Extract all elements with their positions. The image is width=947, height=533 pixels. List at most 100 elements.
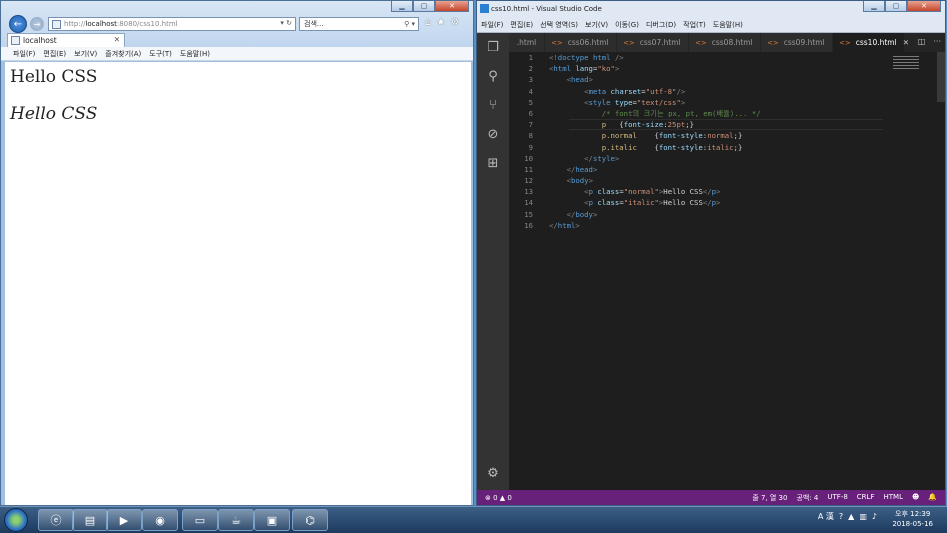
more-actions-icon[interactable]: ···: [933, 37, 941, 46]
home-icon[interactable]: ⌂: [425, 17, 431, 28]
taskbar-cmd-icon[interactable]: ▭: [182, 509, 218, 531]
taskbar-chrome-icon[interactable]: ◉: [142, 509, 178, 531]
source-control-icon[interactable]: ⑂: [477, 91, 509, 120]
code-line[interactable]: 10 </style>: [509, 153, 945, 164]
vscode-minimize-button[interactable]: ▁: [863, 1, 885, 12]
tab-label: css08.html: [711, 38, 753, 47]
language-mode[interactable]: HTML: [883, 493, 902, 503]
code-token: style: [588, 97, 615, 107]
close-button[interactable]: ✕: [435, 1, 469, 12]
volume-icon[interactable]: ♪: [872, 512, 877, 521]
forward-button[interactable]: →: [30, 17, 44, 31]
search-placeholder: 검색...: [304, 20, 324, 28]
code-line[interactable]: 3 <head>: [509, 74, 945, 85]
tab-css10[interactable]: <> css10.html ✕: [833, 33, 909, 52]
show-hidden-icons[interactable]: ▲: [848, 512, 854, 521]
extensions-icon[interactable]: ⊞: [477, 149, 509, 178]
vscode-maximize-button[interactable]: ▢: [885, 1, 907, 12]
code-token: >: [614, 153, 620, 163]
vs-menu-tasks[interactable]: 작업(T): [683, 20, 706, 30]
taskbar-java-icon[interactable]: ☕: [218, 509, 254, 531]
maximize-button[interactable]: ▢: [413, 1, 435, 12]
ime-indicator[interactable]: A 漢: [818, 511, 834, 522]
menu-tools[interactable]: 도구(T): [149, 49, 172, 59]
code-line[interactable]: 16 </html>: [509, 220, 945, 231]
minimize-button[interactable]: ▁: [391, 1, 413, 12]
debug-icon[interactable]: ⊘: [477, 120, 509, 149]
search-box[interactable]: 검색... ⚲ ▾: [299, 17, 419, 31]
vs-menu-selection[interactable]: 선택 영역(S): [540, 20, 578, 30]
explorer-icon[interactable]: ❐: [477, 33, 509, 62]
menu-help[interactable]: 도움말(H): [180, 49, 210, 59]
vscode-close-button[interactable]: ✕: [907, 1, 941, 12]
vs-menu-help[interactable]: 도움말(H): [713, 20, 743, 30]
vscode-body: ❐ ⚲ ⑂ ⊘ ⊞ ⚙ .html <> css06.html <> css07.h…: [477, 33, 945, 490]
code-editor[interactable]: 1 <!doctype html /> 2 <html lang="ko"> 3 <he…: [509, 52, 945, 490]
address-bar[interactable]: http://localhost:8080/css10.html ▾ ↻: [48, 17, 296, 31]
taskbar-media-player-icon[interactable]: ▶: [106, 509, 142, 531]
cursor-position[interactable]: 줄 7, 열 30: [752, 493, 787, 503]
tab-close-icon[interactable]: ✕: [114, 35, 120, 44]
code-token: body: [575, 209, 593, 219]
code-token: p.italic: [601, 142, 637, 152]
minimap[interactable]: [893, 56, 919, 74]
network-icon[interactable]: ▥: [859, 512, 867, 521]
help-icon[interactable]: ?: [839, 512, 843, 521]
split-editor-icon[interactable]: ◫: [918, 37, 926, 46]
taskbar-ie-icon[interactable]: ⓔ: [38, 509, 74, 531]
tab-css06[interactable]: <> css06.html: [545, 33, 617, 52]
code-token: meta: [588, 86, 611, 96]
refresh-icon[interactable]: ▾ ↻: [280, 19, 292, 27]
taskbar-explorer-icon[interactable]: ▤: [72, 509, 108, 531]
favorites-star-icon[interactable]: ★: [436, 17, 445, 28]
vs-menu-go[interactable]: 이동(G): [615, 20, 639, 30]
vs-menu-view[interactable]: 보기(V): [585, 20, 608, 30]
settings-gear-icon[interactable]: ⚙: [477, 459, 509, 488]
code-line[interactable]: 13 <p class="normal">Hello CSS</p>: [509, 186, 945, 197]
code-token: "italic": [623, 198, 659, 208]
code-line[interactable]: 7 p {font-size:25pt;}: [509, 119, 945, 131]
indentation[interactable]: 공백: 4: [796, 493, 818, 503]
editor-scrollbar[interactable]: [937, 52, 945, 102]
tab-css09[interactable]: <> css09.html: [761, 33, 833, 52]
tools-gear-icon[interactable]: ⚙: [450, 17, 459, 28]
taskbar-eclipse-icon[interactable]: ▣: [254, 509, 290, 531]
vs-menu-file[interactable]: 파일(F): [481, 20, 503, 30]
code-line[interactable]: 1 <!doctype html />: [509, 52, 945, 63]
vs-menu-debug[interactable]: 디버그(D): [646, 20, 676, 30]
back-button[interactable]: ←: [9, 15, 27, 33]
code-line[interactable]: 9 p.italic {font-style:italic;}: [509, 142, 945, 153]
taskbar-vscode-icon[interactable]: ⌬: [292, 509, 328, 531]
menu-edit[interactable]: 편집(E): [43, 49, 66, 59]
code-line[interactable]: 15 </body>: [509, 209, 945, 220]
search-icon[interactable]: ⚲ ▾: [404, 18, 415, 30]
vs-menu-edit[interactable]: 편집(E): [510, 20, 533, 30]
menu-file[interactable]: 파일(F): [13, 49, 35, 59]
tab-close-icon[interactable]: ✕: [903, 38, 909, 47]
line-ending[interactable]: CRLF: [857, 493, 875, 503]
encoding[interactable]: UTF-8: [827, 493, 847, 503]
code-line[interactable]: 4 <meta charset="utf-8"/>: [509, 86, 945, 97]
code-line[interactable]: 12 <body>: [509, 175, 945, 186]
ie-tab[interactable]: localhost ✕: [7, 33, 125, 47]
tab-html[interactable]: .html: [509, 33, 545, 52]
tab-css07[interactable]: <> css07.html: [617, 33, 689, 52]
code-line[interactable]: 14 <p class="italic">Hello CSS</p>: [509, 197, 945, 208]
clock[interactable]: 오후 12:39 2018-05-16: [892, 509, 933, 529]
menu-favorites[interactable]: 즐겨찾기(A): [105, 49, 141, 59]
status-bar: ⊗ 0 ▲ 0 줄 7, 열 30 공백: 4 UTF-8 CRLF HTML …: [477, 490, 945, 505]
notifications-bell-icon[interactable]: 🔔: [928, 493, 937, 503]
code-line[interactable]: 11 </head>: [509, 164, 945, 175]
code-line[interactable]: 5 <style type="text/css">: [509, 97, 945, 108]
search-icon[interactable]: ⚲: [477, 62, 509, 91]
code-line[interactable]: 2 <html lang="ko">: [509, 63, 945, 74]
feedback-smiley-icon[interactable]: ☻: [912, 493, 919, 503]
start-button[interactable]: [4, 508, 28, 532]
code-token: ;}: [733, 131, 743, 141]
menu-view[interactable]: 보기(V): [74, 49, 97, 59]
tab-css08[interactable]: <> css08.html: [689, 33, 761, 52]
line-number: 3: [528, 75, 533, 85]
code-line[interactable]: 8 p.normal {font-style:normal;}: [509, 130, 945, 141]
problems-indicator[interactable]: ⊗ 0 ▲ 0: [485, 494, 512, 502]
code-line[interactable]: 6 /* font의 크기는 px, pt, em(배율)... */: [509, 108, 945, 119]
